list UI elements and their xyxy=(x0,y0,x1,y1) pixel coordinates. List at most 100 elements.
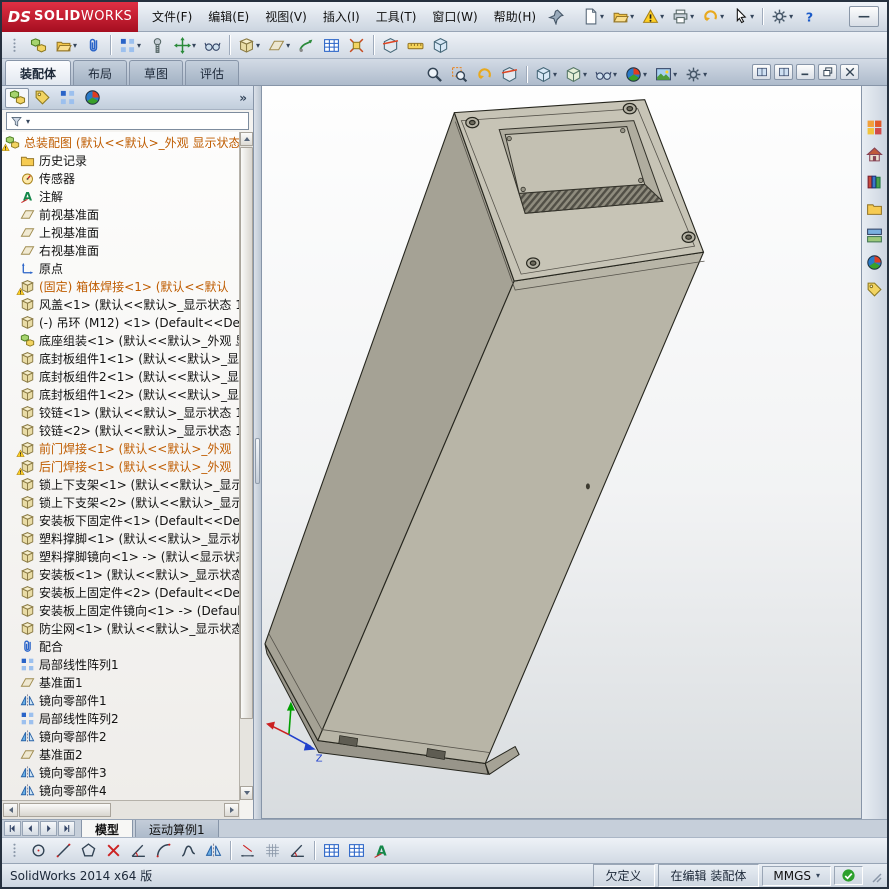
next-tab-button[interactable] xyxy=(40,821,57,836)
tree-item[interactable]: 传感器 xyxy=(2,169,240,187)
dropdown-arrow-icon[interactable]: ▾ xyxy=(613,70,617,79)
assembly-features-button[interactable]: ▾ xyxy=(235,34,263,57)
bill-of-materials-button[interactable] xyxy=(320,34,343,57)
toolbar-grip[interactable] xyxy=(6,842,23,859)
mirror-entities-tool[interactable] xyxy=(202,839,225,862)
dropdown-arrow-icon[interactable]: ▾ xyxy=(553,70,557,79)
view-orientation-button[interactable]: ▾ xyxy=(532,63,560,86)
comments-button[interactable]: A xyxy=(370,839,393,862)
tree-item[interactable]: 镜向零部件2 xyxy=(2,727,240,745)
section-view-button[interactable] xyxy=(498,63,521,86)
panel-overflow-chevron[interactable]: » xyxy=(239,91,247,105)
first-tab-button[interactable] xyxy=(4,821,21,836)
move-component-button[interactable]: ▾ xyxy=(171,34,199,57)
show-hidden-components-button[interactable] xyxy=(201,34,224,57)
tree-item[interactable]: 铰链<1> (默认<<默认>_显示状态 1: xyxy=(2,403,240,421)
dropdown-arrow-icon[interactable]: ▾ xyxy=(673,70,677,79)
tree-item[interactable]: 底座组装<1> (默认<<默认>_外观 显 xyxy=(2,331,240,349)
tree-item[interactable]: 镜向零部件4 xyxy=(2,781,240,799)
dropdown-arrow-icon[interactable]: ▾ xyxy=(137,41,141,50)
apply-scene-button[interactable]: ▾ xyxy=(652,63,680,86)
pin-menu-icon[interactable] xyxy=(548,8,566,26)
tree-item[interactable]: 锁上下支架<1> (默认<<默认>_显示 xyxy=(2,475,240,493)
home-icon[interactable] xyxy=(864,143,886,165)
dropdown-arrow-icon[interactable]: ▾ xyxy=(192,41,196,50)
dropdown-arrow-icon[interactable]: ▾ xyxy=(630,12,634,21)
rebuild-status[interactable] xyxy=(834,866,863,885)
menu-item-2[interactable]: 视图(V) xyxy=(257,3,315,30)
edit-appearance-button[interactable]: ▾ xyxy=(622,63,650,86)
options-button[interactable]: ▾ xyxy=(768,5,796,28)
displaymanager-tab[interactable] xyxy=(80,88,104,108)
dropdown-arrow-icon[interactable]: ▾ xyxy=(703,70,707,79)
design-table-button[interactable] xyxy=(345,839,368,862)
zoom-fit-button[interactable] xyxy=(423,63,446,86)
scroll-up-button[interactable] xyxy=(240,132,253,146)
insert-component-button[interactable]: ▾ xyxy=(52,34,80,57)
dropdown-arrow-icon[interactable]: ▾ xyxy=(256,41,260,50)
mate-button[interactable] xyxy=(82,34,105,57)
hide-show-items-button[interactable]: ▾ xyxy=(592,63,620,86)
menu-item-3[interactable]: 插入(I) xyxy=(315,3,368,30)
dropdown-arrow-icon[interactable]: ▾ xyxy=(789,12,793,21)
tree-item[interactable]: 铰链<2> (默认<<默认>_显示状态 1: xyxy=(2,421,240,439)
grid-snap-tool[interactable] xyxy=(261,839,284,862)
tree-item[interactable]: A 注解 xyxy=(2,187,240,205)
units-selector[interactable]: MMGS ▾ xyxy=(762,865,831,886)
tree-item[interactable]: 底封板组件2<1> (默认<<默认>_显示 xyxy=(2,367,240,385)
menu-item-4[interactable]: 工具(T) xyxy=(368,3,425,30)
previous-view-button[interactable] xyxy=(473,63,496,86)
smart-dimension-tool[interactable] xyxy=(236,839,259,862)
tree-item[interactable]: 安装板上固定件<2> (Default<<Defau xyxy=(2,583,240,601)
scroll-right-button[interactable] xyxy=(224,803,239,817)
tree-item[interactable]: 原点 xyxy=(2,259,240,277)
tree-item[interactable]: 镜向零部件1 xyxy=(2,691,240,709)
line-tool[interactable] xyxy=(52,839,75,862)
tree-item[interactable]: 底封板组件1<1> (默认<<默认>_显示 xyxy=(2,349,240,367)
tree-item[interactable]: 前门焊接<1> (默认<<默认>_外观 xyxy=(2,439,240,457)
select-button[interactable]: ▾ xyxy=(729,5,757,28)
tree-item[interactable]: 风盖<1> (默认<<默认>_显示状态 1: xyxy=(2,295,240,313)
graphics-viewport[interactable]: Z xyxy=(261,86,865,819)
filter-caret-icon[interactable]: ▾ xyxy=(26,117,30,126)
scroll-thumb[interactable] xyxy=(240,147,253,719)
tree-item[interactable]: 局部线性阵列2 xyxy=(2,709,240,727)
angle-snap-tool[interactable] xyxy=(286,839,309,862)
interference-detection-button[interactable] xyxy=(379,34,402,57)
command-tab-2[interactable]: 草图 xyxy=(129,60,184,85)
solidworks-resources-icon[interactable] xyxy=(864,116,886,138)
tree-item[interactable]: 历史记录 xyxy=(2,151,240,169)
undo-button[interactable]: ▾ xyxy=(699,5,727,28)
tree-item[interactable]: 右视基准面 xyxy=(2,241,240,259)
dropdown-arrow-icon[interactable]: ▾ xyxy=(660,12,664,21)
measure-button[interactable] xyxy=(404,34,427,57)
open-button[interactable]: ▾ xyxy=(609,5,637,28)
appearances-scenes-icon[interactable] xyxy=(864,251,886,273)
tree-item[interactable]: 配合 xyxy=(2,637,240,655)
dropdown-arrow-icon[interactable]: ▾ xyxy=(583,70,587,79)
tree-item[interactable]: 安装板<1> (默认<<默认>_显示状态 xyxy=(2,565,240,583)
tree-item[interactable]: 塑料撑脚镜向<1> -> (默认<显示状态 xyxy=(2,547,240,565)
dropdown-arrow-icon[interactable]: ▾ xyxy=(73,41,77,50)
propertymanager-tab[interactable] xyxy=(30,88,54,108)
tree-item[interactable]: 安装板下固定件<1> (Default<<Defau xyxy=(2,511,240,529)
reference-geometry-button[interactable]: ▾ xyxy=(265,34,293,57)
command-tab-3[interactable]: 评估 xyxy=(185,60,240,85)
scroll-thumb[interactable] xyxy=(19,803,111,817)
trim-entities-tool[interactable] xyxy=(102,839,125,862)
rebuild-warning-button[interactable]: ▾ xyxy=(639,5,667,28)
resize-grip[interactable] xyxy=(867,868,883,884)
menu-item-0[interactable]: 文件(F) xyxy=(144,3,200,30)
exploded-view-button[interactable] xyxy=(345,34,368,57)
last-tab-button[interactable] xyxy=(58,821,75,836)
child-minimize-button[interactable] xyxy=(796,64,815,80)
mass-properties-button[interactable] xyxy=(429,34,452,57)
tree-item[interactable]: (-) 吊环 (M12) <1> (Default<<Defau xyxy=(2,313,240,331)
tree-item[interactable]: 底封板组件1<2> (默认<<默认>_显示 xyxy=(2,385,240,403)
tree-item[interactable]: 基准面2 xyxy=(2,745,240,763)
menu-item-5[interactable]: 窗口(W) xyxy=(424,3,485,30)
view-settings-button[interactable]: ▾ xyxy=(682,63,710,86)
dropdown-arrow-icon[interactable]: ▾ xyxy=(286,41,290,50)
spline-tool[interactable] xyxy=(177,839,200,862)
tree-filter-input[interactable]: ▾ xyxy=(6,112,249,130)
